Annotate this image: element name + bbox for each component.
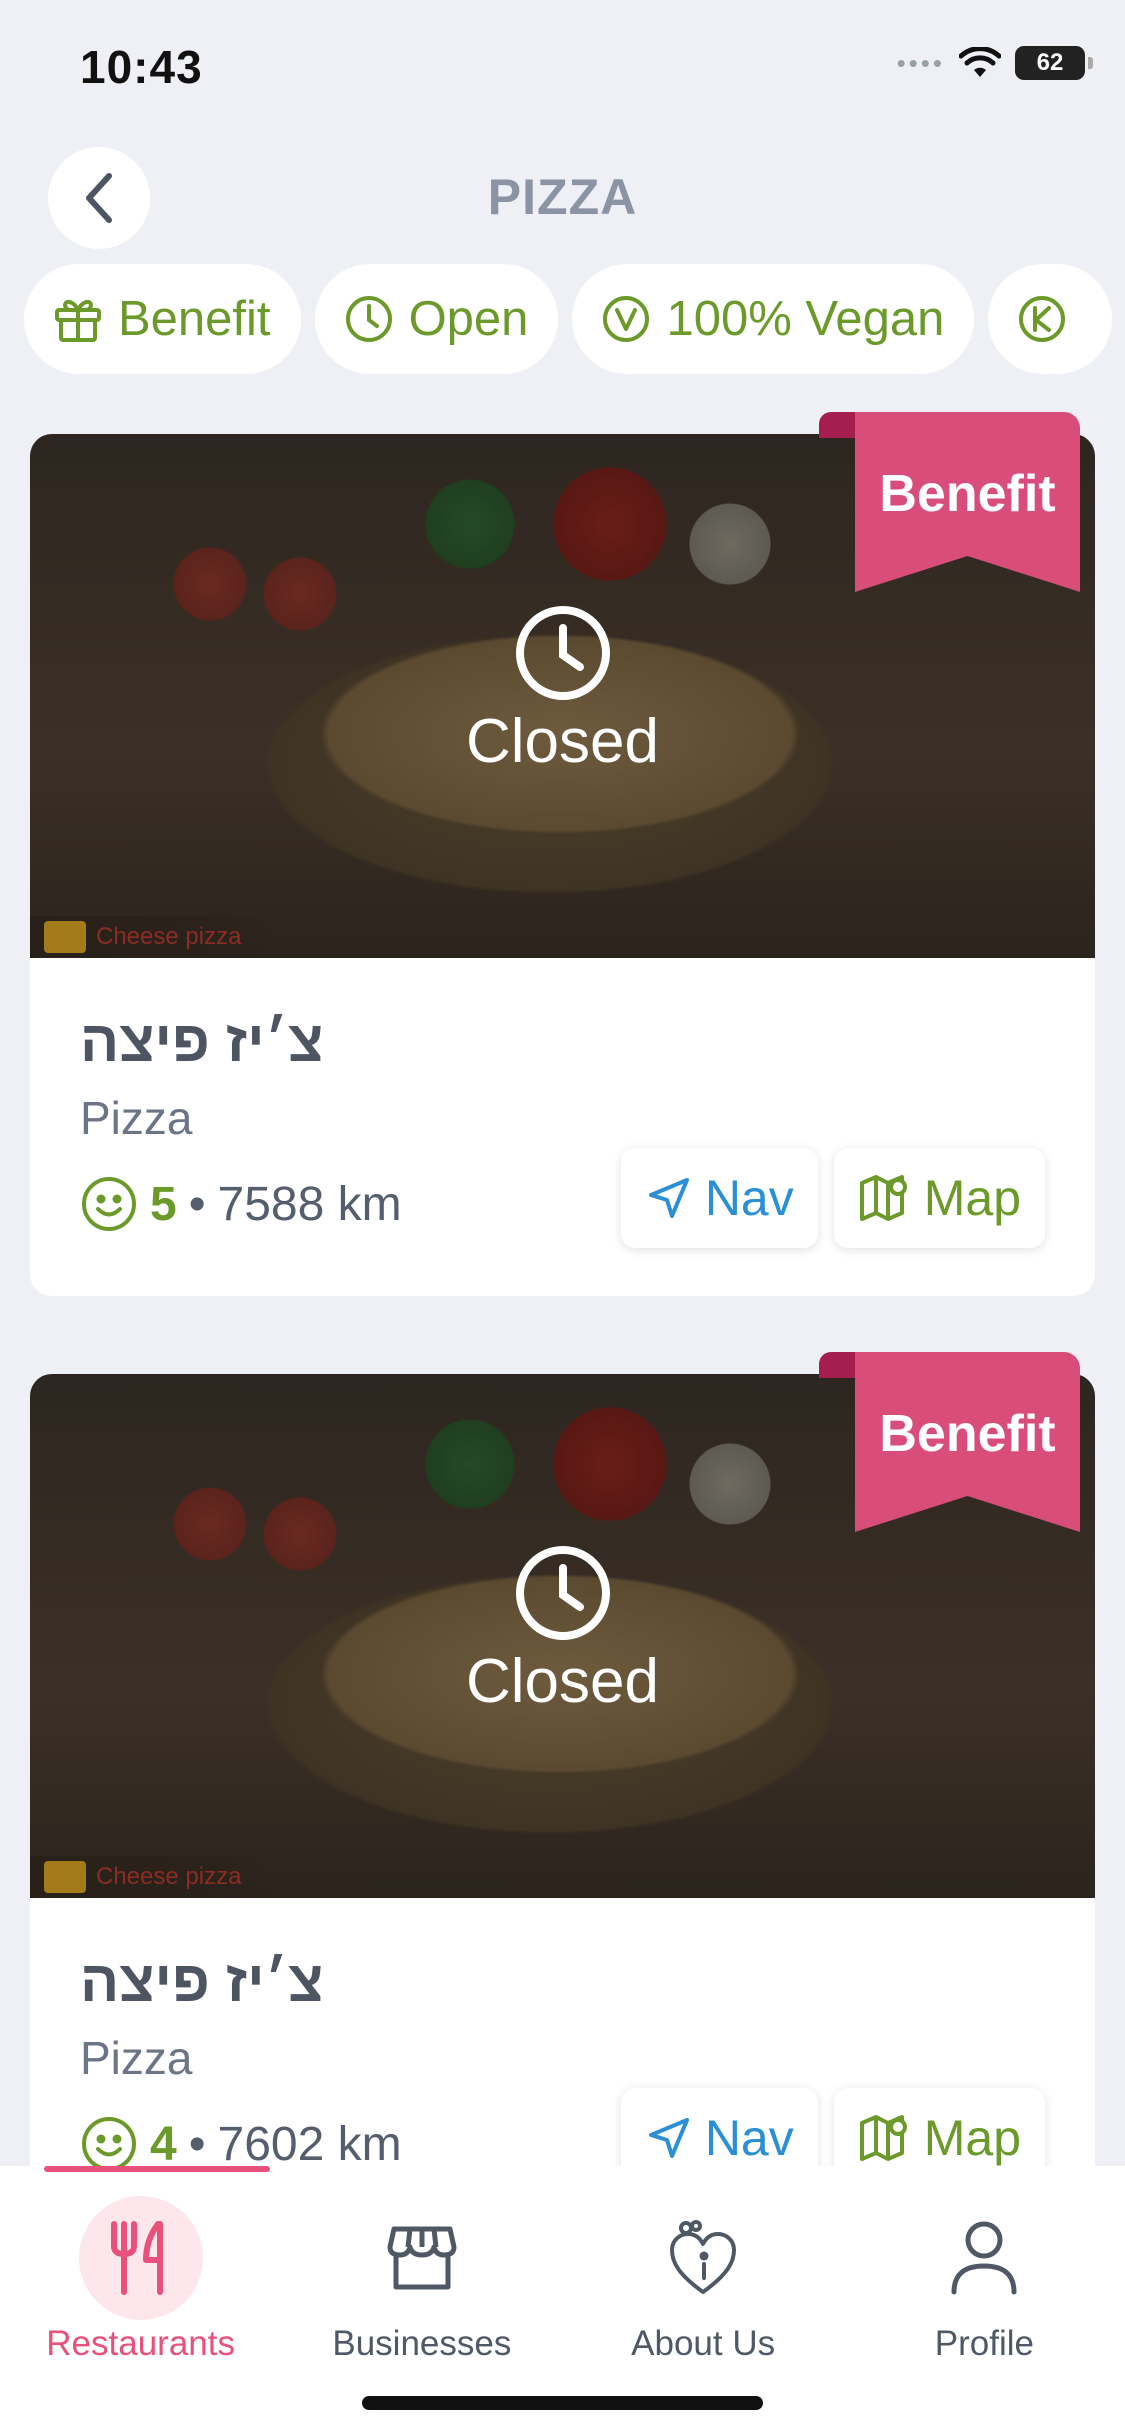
restaurant-category: Pizza <box>80 2032 193 2084</box>
closed-label: Closed <box>466 1647 659 1716</box>
status-bar: 10:43 •••• 62 <box>0 0 1125 130</box>
tab-profile[interactable]: Profile <box>844 2166 1125 2364</box>
nav-button[interactable]: Nav <box>620 1148 818 1248</box>
gift-icon <box>55 299 101 342</box>
closed-overlay: Closed <box>30 1544 1095 1717</box>
restaurant-name: צ׳יז פיצה <box>80 1009 324 1074</box>
smiley-icon <box>82 1177 136 1231</box>
navigation-arrow-icon <box>648 1178 689 1218</box>
smiley-icon <box>82 2117 136 2171</box>
tab-businesses[interactable]: Businesses <box>281 2166 562 2364</box>
card-actions: Nav Map <box>620 1148 1045 1248</box>
distance: 7602 km <box>217 2117 402 2171</box>
status-time: 10:43 <box>80 41 203 93</box>
storefront-icon <box>387 2226 457 2290</box>
image-caption: Cheese pizza <box>30 916 282 958</box>
filter-chips: Benefit Open 100% Vegan <box>24 264 1113 374</box>
image-caption: Cheese pizza <box>30 1856 282 1898</box>
closed-overlay: Closed <box>30 604 1095 777</box>
filter-chip-label: Benefit <box>118 292 271 346</box>
clock-icon <box>515 606 610 700</box>
meta-separator: • <box>188 2117 206 2171</box>
tab-label: Profile <box>934 2324 1034 2363</box>
map-button[interactable]: Map <box>833 1148 1045 1248</box>
restaurant-name: צ׳יז פיצה <box>80 1949 324 2014</box>
signal-icon: •••• <box>896 47 945 78</box>
filter-chip-benefit[interactable]: Benefit <box>24 264 301 374</box>
benefit-ribbon: Benefit <box>819 412 1080 592</box>
ribbon-label: Benefit <box>879 1405 1056 1463</box>
meta-separator: • <box>188 1177 206 1231</box>
page-title: PIZZA <box>487 169 638 225</box>
map-pin-icon <box>859 1175 907 1221</box>
restaurant-card[interactable]: Closed Cheese pizza Benefit צ׳יז פיצה Pi… <box>30 1352 1095 2236</box>
tab-restaurants[interactable]: Restaurants <box>0 2166 281 2364</box>
filter-chip-vegan[interactable]: 100% Vegan <box>572 264 975 374</box>
fork-knife-icon <box>110 2221 163 2295</box>
rating-value: 5 <box>150 1177 177 1231</box>
closed-label: Closed <box>466 707 659 776</box>
map-pin-icon <box>859 2115 907 2161</box>
restaurant-card[interactable]: Closed Cheese pizza Benefit צ׳יז פיצה Pi… <box>30 412 1095 1296</box>
filter-chip-label: Open <box>408 292 529 346</box>
tab-label: Restaurants <box>46 2324 235 2363</box>
ribbon-label: Benefit <box>879 465 1056 523</box>
filter-chip-open[interactable]: Open <box>314 264 559 374</box>
vegan-icon <box>603 296 650 342</box>
heart-info-icon <box>670 2220 737 2294</box>
kosher-icon <box>1019 296 1066 342</box>
navigation-arrow-icon <box>648 2118 689 2158</box>
battery-icon: 62 <box>1015 46 1093 80</box>
battery-level: 62 <box>1036 49 1064 76</box>
person-icon <box>951 2221 1017 2295</box>
rating-value: 4 <box>150 2117 177 2171</box>
card-info: צ׳יז פיצה Pizza 5 • 7588 km Nav Map <box>30 958 1095 1296</box>
wifi-icon <box>959 47 1001 77</box>
tab-label: Businesses <box>332 2324 512 2363</box>
tab-about-us[interactable]: About Us <box>563 2166 844 2364</box>
filter-chip-label: 100% Vegan <box>666 292 945 346</box>
benefit-ribbon: Benefit <box>819 1352 1080 1532</box>
distance: 7588 km <box>217 1177 402 1231</box>
home-indicator <box>362 2396 763 2410</box>
tab-label: About Us <box>631 2324 776 2363</box>
status-icons: •••• 62 <box>896 46 1093 80</box>
restaurant-category: Pizza <box>80 1092 193 1144</box>
filter-chip-kosher[interactable] <box>988 264 1113 374</box>
clock-icon <box>515 1546 610 1640</box>
clock-icon <box>345 296 392 342</box>
